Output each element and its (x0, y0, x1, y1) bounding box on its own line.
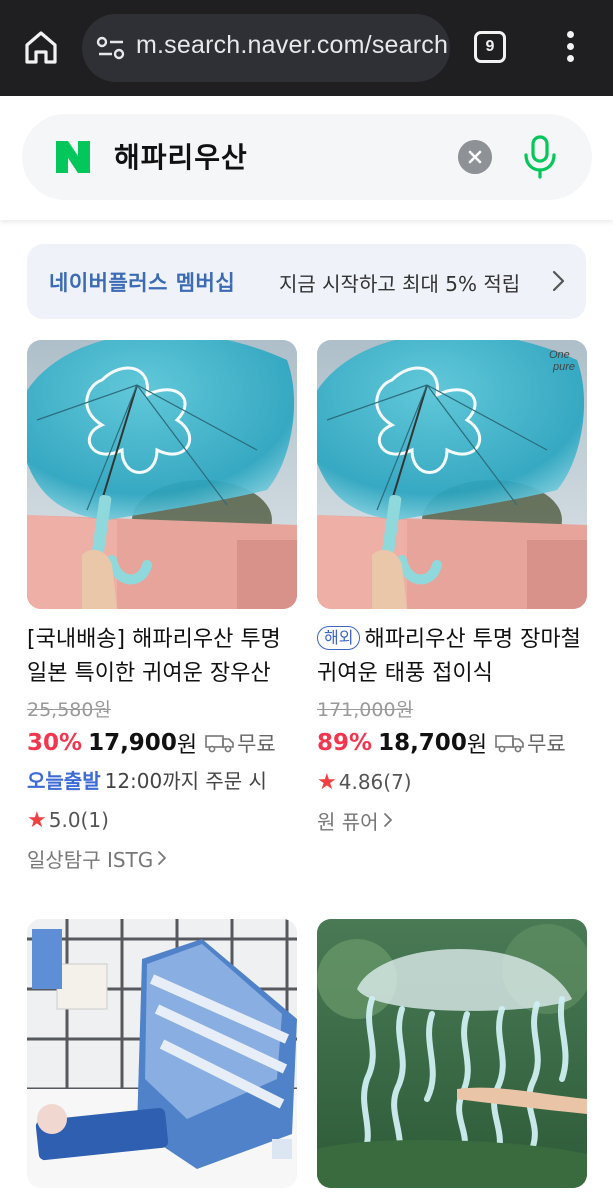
today-dispatch-desc: 12:00까지 주문 시 (104, 769, 267, 793)
seller-name[interactable]: 원 퓨어 (317, 806, 379, 835)
membership-banner[interactable]: 네이버플러스 멤버십 지금 시작하고 최대 5% 적립 (27, 244, 586, 319)
currency-unit: 원 (176, 733, 198, 758)
original-price: 25,580원 (27, 699, 111, 721)
truck-icon (495, 735, 524, 753)
svg-text:pure: pure (552, 361, 575, 373)
watermark-logo: One (549, 349, 570, 361)
product-title[interactable]: [국내배송] 해파리우산 투명 일본 특이한 귀여운 장우산 (27, 623, 297, 691)
sale-price: 17,900 (88, 730, 177, 756)
today-dispatch-badge: 오늘출발 (27, 769, 101, 793)
tab-switcher-icon[interactable]: 9 (474, 31, 506, 63)
address-bar[interactable]: m.search.naver.com/search (82, 14, 450, 82)
rating-score: 5.0 (48, 808, 81, 832)
today-dispatch: 오늘출발 12:00까지 주문 시 (27, 765, 297, 801)
original-price: 171,000원 (317, 699, 414, 721)
star-icon: ★ (317, 769, 337, 795)
review-count: (7) (383, 770, 412, 794)
price-row: 89% 18,700 원 무료 (317, 723, 587, 763)
rating-score: 4.86 (338, 770, 384, 794)
chevron-right-icon (158, 851, 167, 865)
discount-rate: 30% (27, 730, 83, 756)
banner-title: 네이버플러스 멤버십 (49, 271, 236, 295)
chevron-right-icon (383, 813, 392, 827)
product-title[interactable]: 해외 해파리우산 투명 장마철 귀여운 태풍 접이식 (317, 623, 587, 691)
shipping-fee: 무료 (237, 732, 276, 756)
chevron-right-icon (552, 270, 565, 292)
more-menu-icon[interactable] (558, 28, 582, 68)
product-image[interactable]: One pure (317, 340, 587, 609)
currency-unit: 원 (466, 733, 488, 758)
seller-link[interactable]: 일상탐구 ISTG (27, 839, 297, 877)
home-icon[interactable] (22, 28, 60, 66)
price-row: 30% 17,900 원 무료 (27, 723, 297, 763)
site-info-icon[interactable] (96, 34, 126, 62)
review-count: (1) (80, 808, 109, 832)
url-text[interactable]: m.search.naver.com/search (136, 31, 448, 60)
seller-name[interactable]: 일상탐구 ISTG (27, 844, 153, 873)
overseas-badge: 해외 (317, 626, 361, 650)
product-card[interactable]: One pure 해외 해파리우산 투명 장마철 귀여운 태풍 접이식 171,0… (317, 340, 587, 839)
discount-rate: 89% (317, 730, 373, 756)
product-image[interactable] (27, 340, 297, 609)
banner-description: 지금 시작하고 최대 5% 적립 (279, 272, 521, 296)
product-card[interactable] (317, 919, 587, 1188)
star-icon: ★ (27, 807, 47, 833)
rating: ★ 4.86 (7) (317, 763, 587, 801)
search-query[interactable]: 해파리우산 (114, 136, 248, 176)
mic-icon[interactable] (520, 134, 560, 180)
product-image[interactable] (27, 919, 297, 1188)
clear-icon[interactable] (458, 140, 492, 174)
sale-price: 18,700 (378, 730, 467, 756)
shipping-fee: 무료 (527, 732, 566, 756)
search-box[interactable]: 해파리우산 (22, 114, 592, 200)
browser-toolbar: m.search.naver.com/search 9 (0, 0, 613, 96)
rating: ★ 5.0 (1) (27, 801, 297, 839)
product-card[interactable] (27, 919, 297, 1188)
product-image[interactable] (317, 919, 587, 1188)
seller-link[interactable]: 원 퓨어 (317, 801, 587, 839)
truck-icon (205, 735, 234, 753)
product-card[interactable]: [국내배송] 해파리우산 투명 일본 특이한 귀여운 장우산 25,580원 3… (27, 340, 297, 877)
search-header: 해파리우산 (0, 96, 613, 220)
naver-logo-icon[interactable] (54, 139, 92, 175)
